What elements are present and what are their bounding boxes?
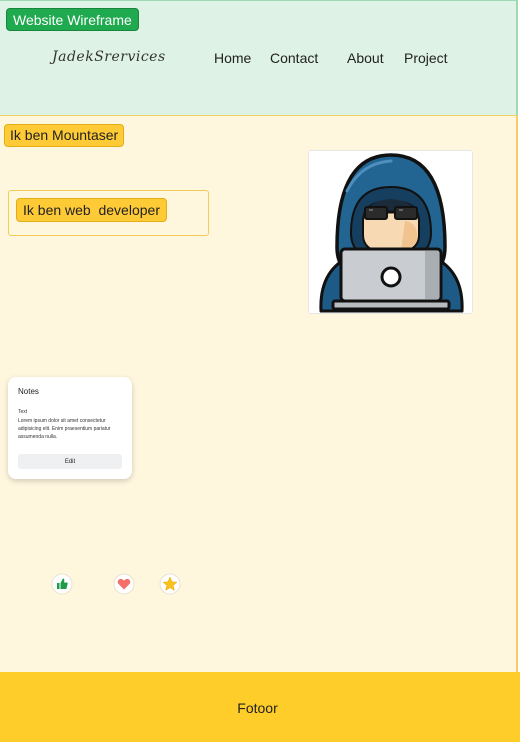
nav-contact[interactable]: Contact [270,50,318,66]
notes-body: Lorem ipsum dolor sit amet consectetur a… [18,418,111,440]
footer: Fotoor [0,672,520,742]
notes-edit-button[interactable]: Edit [18,454,122,469]
avatar-card [308,150,473,314]
nav-project[interactable]: Project [404,50,448,66]
star-icon[interactable] [159,573,181,595]
heart-icon[interactable] [113,573,135,595]
brand-logo[interactable]: JadekSrervices [52,49,166,65]
thumbs-up-icon[interactable] [51,573,73,595]
intro-label: Ik ben web developer [16,198,167,222]
header: Website Wireframe JadekSrervices Home Co… [0,0,518,115]
notes-title: Notes [18,387,39,396]
notes-card: Notes Text Lorem ipsum dolor sit amet co… [8,377,132,479]
nav-home[interactable]: Home [214,50,251,66]
footer-text: Fotoor [237,700,278,716]
frame-tag: Website Wireframe [6,8,139,31]
nav-about[interactable]: About [347,50,384,66]
notes-body-label: Text [18,409,28,415]
intro-box: Ik ben web developer [8,190,209,236]
main-section: Ik ben Mountaser Ik ben web developer No… [0,115,518,672]
hacker-with-laptop-icon [319,153,464,313]
main-frame-label: Ik ben Mountaser [4,124,125,147]
